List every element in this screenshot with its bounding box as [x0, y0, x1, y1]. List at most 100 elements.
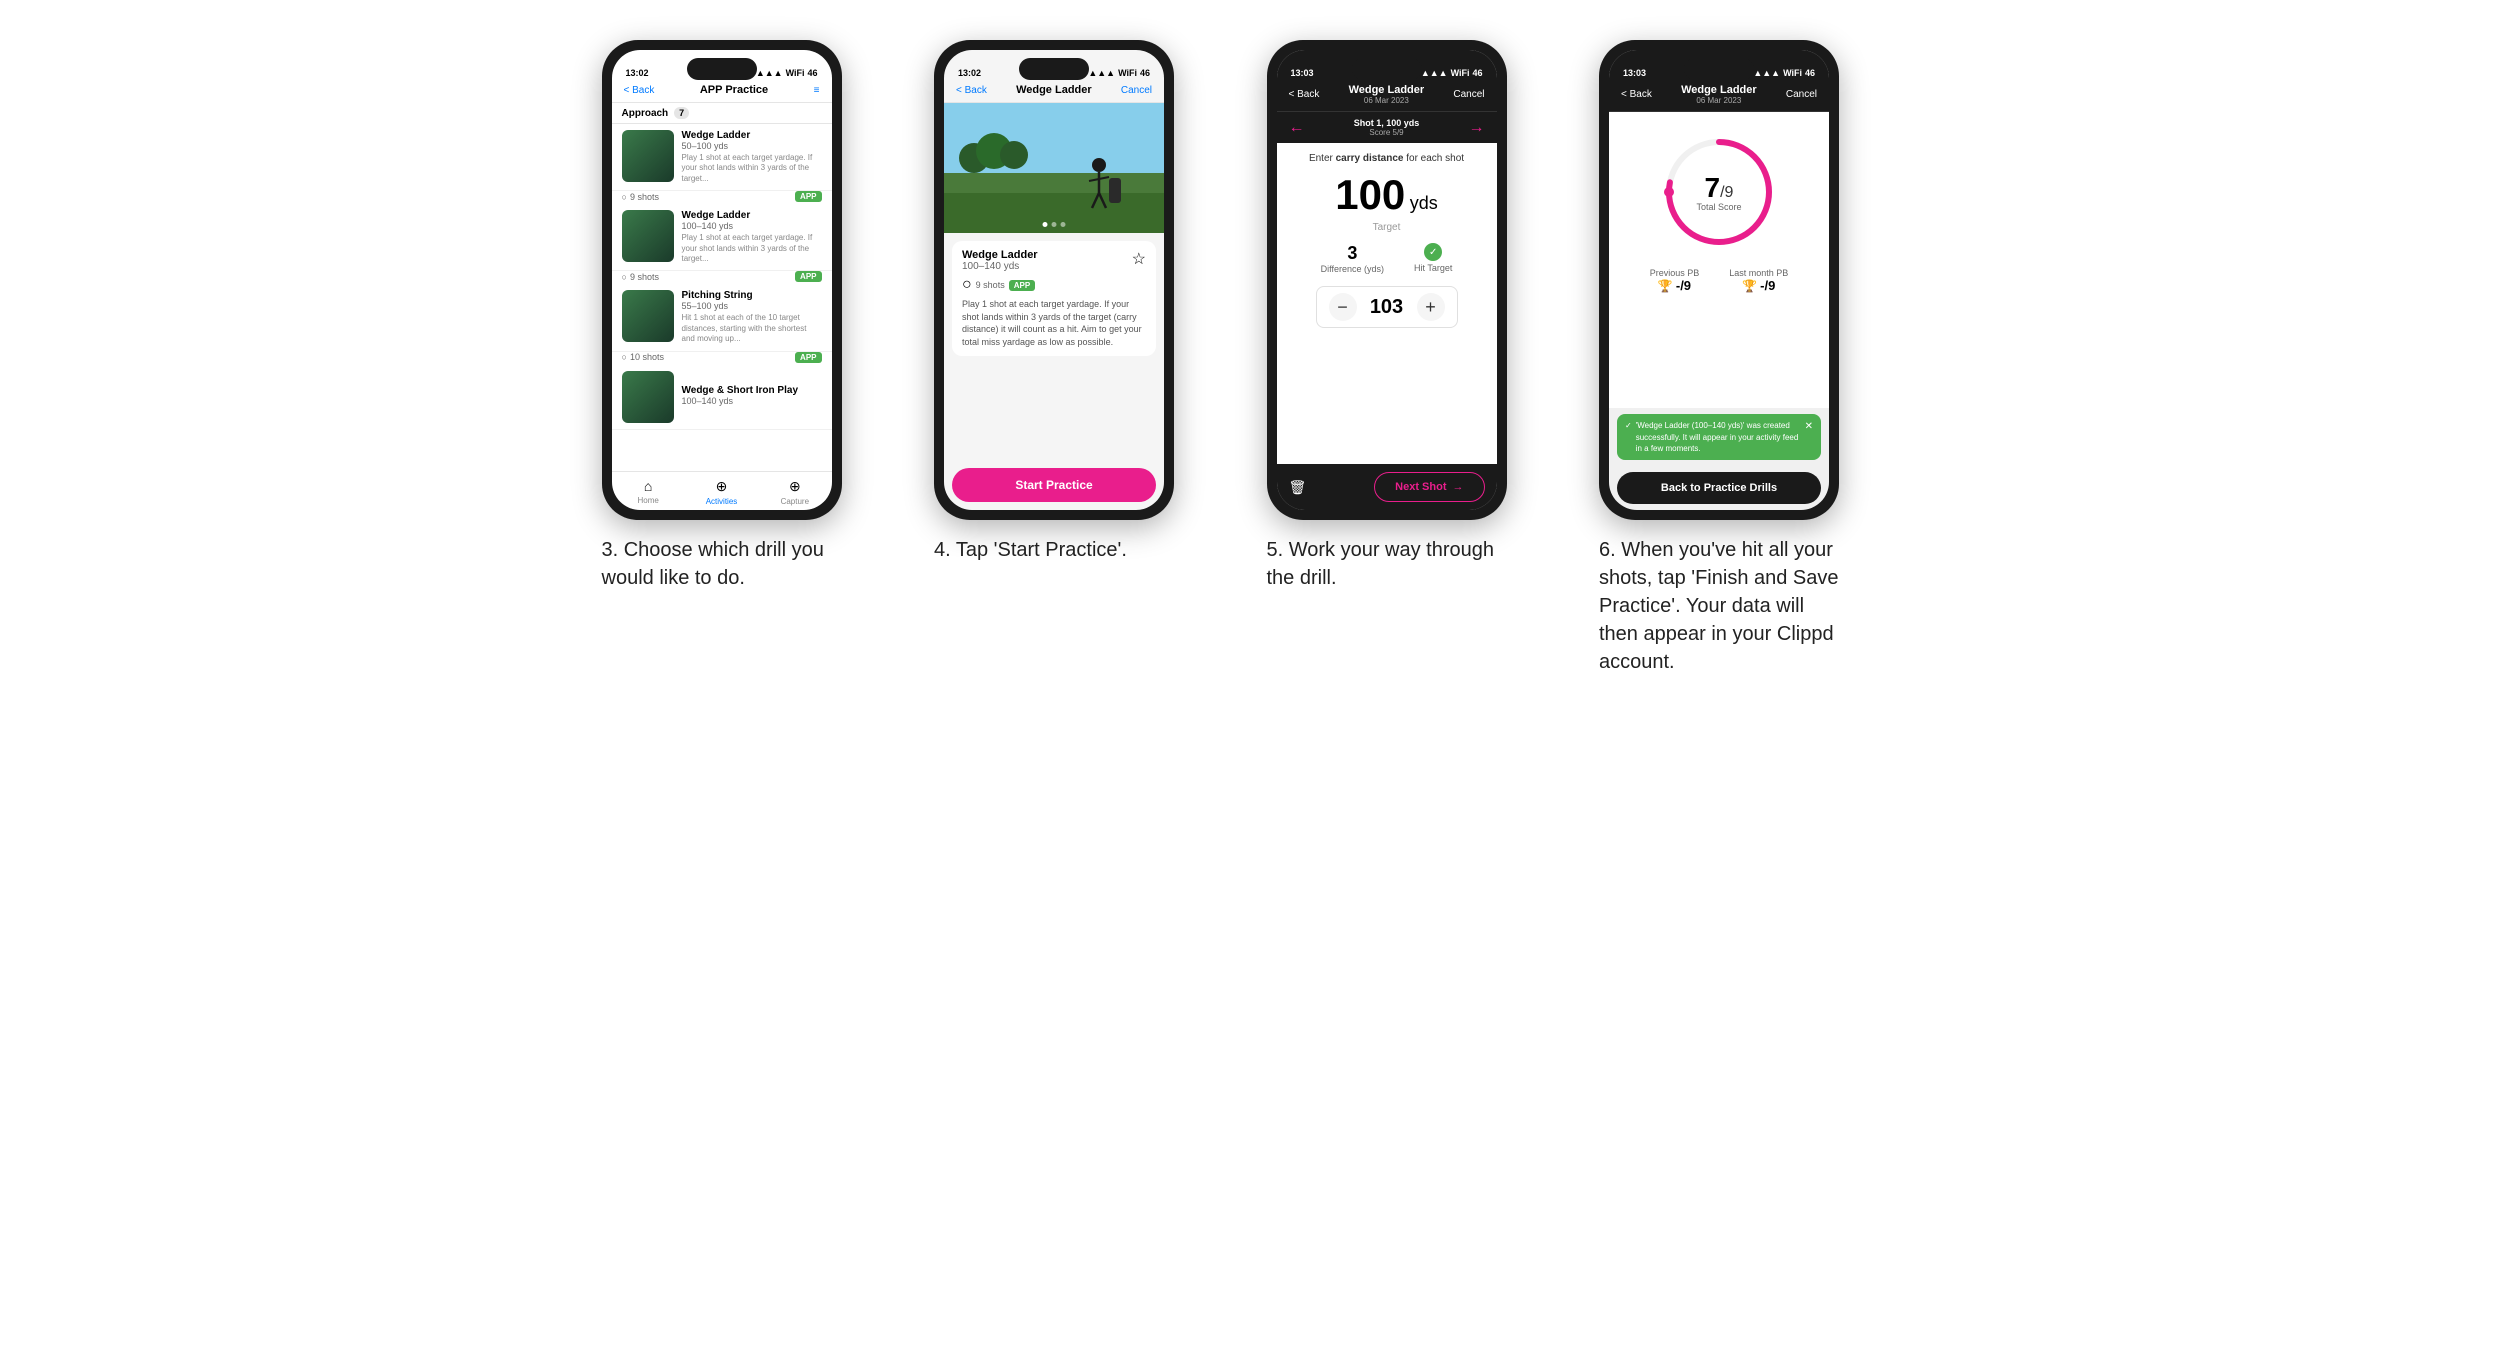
shots-info-1: ○ 9 shots [622, 192, 659, 202]
drill-desc-2: Play 1 shot at each target yardage. If y… [682, 233, 822, 264]
caption-2: 4. Tap 'Start Practice'. [934, 536, 1127, 564]
wifi-icon-4: WiFi [1783, 68, 1802, 78]
phone-1: 13:02 ▲▲▲ WiFi 46 < Back APP Practice ≡ … [602, 40, 842, 520]
drill-info-2: Wedge Ladder 100–140 yds Play 1 shot at … [682, 210, 822, 264]
drill-item-1[interactable]: Wedge Ladder 50–100 yds Play 1 shot at e… [612, 124, 832, 191]
drill-name-3: Pitching String [682, 290, 822, 301]
battery-4: 46 [1805, 68, 1815, 78]
drill-thumb-1 [622, 130, 674, 182]
nav-subtitle-4: 06 Mar 2023 [1681, 96, 1757, 105]
start-practice-btn[interactable]: Start Practice [952, 468, 1156, 502]
drill-item-3[interactable]: Pitching String 55–100 yds Hit 1 shot at… [612, 284, 832, 351]
nav-title-3: Wedge Ladder [1349, 84, 1425, 96]
hero-dot-3 [1061, 222, 1066, 227]
home-icon: ⌂ [644, 478, 652, 494]
time-1: 13:02 [626, 68, 649, 78]
phone-section-1: 13:02 ▲▲▲ WiFi 46 < Back APP Practice ≡ … [602, 40, 905, 592]
clock-icon-1: ○ [622, 192, 627, 202]
next-shot-label: Next Shot [1395, 481, 1446, 493]
drill-yds-4: 100–140 yds [682, 396, 822, 406]
caption-1: 3. Choose which drill you would like to … [602, 536, 842, 592]
nav-menu-1[interactable]: ≡ [814, 85, 820, 96]
pb-val-prev: 🏆 -/9 [1650, 278, 1700, 293]
drill-desc-1: Play 1 shot at each target yardage. If y… [682, 153, 822, 184]
shots-count-1: 9 shots [630, 192, 659, 202]
drill-card-2: Wedge Ladder 100–140 yds ☆ ○ 9 shots APP… [952, 241, 1156, 356]
nav-bar-1: < Back APP Practice ≡ [612, 80, 832, 103]
increment-btn-3[interactable]: + [1417, 293, 1445, 321]
hero-dot-2 [1052, 222, 1057, 227]
shot-score-3: Score 5/9 [1354, 128, 1420, 137]
nav-center-3: Wedge Ladder 06 Mar 2023 [1349, 84, 1425, 105]
back-btn-1[interactable]: < Back [624, 85, 655, 96]
hit-target-icon: ✓ [1424, 243, 1442, 261]
tab-capture-1[interactable]: ⊕ Capture [758, 478, 831, 506]
wifi-icon-1: WiFi [786, 68, 805, 78]
page-container: 13:02 ▲▲▲ WiFi 46 < Back APP Practice ≡ … [602, 40, 1902, 676]
carry-instruction-3: Enter carry distance for each shot [1309, 153, 1464, 164]
nav-cancel-2[interactable]: Cancel [1121, 85, 1152, 96]
tab-home-1[interactable]: ⌂ Home [612, 478, 685, 506]
hero-dots-2 [1043, 222, 1066, 227]
hit-target-stat: ✓ Hit Target [1414, 243, 1452, 274]
drill-yds-2: 100–140 yds [682, 221, 822, 231]
status-icons-1: ▲▲▲ WiFi 46 [756, 68, 818, 78]
hit-target-label: Hit Target [1414, 263, 1452, 273]
target-unit-3: yds [1410, 193, 1438, 213]
drill-item-4[interactable]: Wedge & Short Iron Play 100–140 yds [612, 365, 832, 430]
delete-icon-3[interactable]: 🗑 [1289, 479, 1307, 496]
back-btn-4[interactable]: < Back [1621, 89, 1652, 100]
drill-item-2[interactable]: Wedge Ladder 100–140 yds Play 1 shot at … [612, 204, 832, 271]
pb-item-prev: Previous PB 🏆 -/9 [1650, 268, 1700, 293]
section-badge-1: 7 [674, 107, 689, 119]
pb-score-prev: -/9 [1676, 278, 1691, 293]
drill-thumb-img-3 [622, 290, 674, 342]
time-4: 13:03 [1623, 68, 1646, 78]
shots-count-3: 10 shots [630, 352, 664, 362]
success-toast-4: ✓ 'Wedge Ladder (100–140 yds)' was creat… [1617, 414, 1821, 460]
next-shot-btn-3[interactable]: Next Shot → [1374, 472, 1484, 502]
app-badge-2b: APP [1009, 280, 1035, 291]
next-arrow-3[interactable]: → [1469, 119, 1485, 137]
drill-info-4: Wedge & Short Iron Play 100–140 yds [682, 371, 822, 423]
tab-activities-1[interactable]: ⊕ Activities [685, 478, 758, 506]
drill-name-2: Wedge Ladder [682, 210, 822, 221]
shots-count-2b: 9 shots [976, 280, 1005, 290]
prev-arrow-3[interactable]: ← [1289, 119, 1305, 137]
shot-stats-3: 3 Difference (yds) ✓ Hit Target [1321, 243, 1453, 274]
shot-nav-3: ← Shot 1, 100 yds Score 5/9 → [1277, 112, 1497, 143]
status-icons-4: ▲▲▲ WiFi 46 [1753, 68, 1815, 78]
input-value-3[interactable]: 103 [1367, 296, 1407, 319]
drill-footer-1: ○ 9 shots APP [612, 189, 832, 204]
nav-cancel-4[interactable]: Cancel [1786, 89, 1817, 100]
nav-bar-4: < Back Wedge Ladder 06 Mar 2023 Cancel [1609, 80, 1829, 112]
back-btn-2[interactable]: < Back [956, 85, 987, 96]
tab-bar-1: ⌂ Home ⊕ Activities ⊕ Capture [612, 471, 832, 510]
drill-list-1: Wedge Ladder 50–100 yds Play 1 shot at e… [612, 124, 832, 471]
dynamic-island-2 [1019, 58, 1089, 80]
dynamic-island-4 [1684, 58, 1754, 80]
toast-close-4[interactable]: ✕ [1805, 420, 1813, 434]
number-input-row-3: − 103 + [1316, 286, 1458, 328]
score-ring-4: 7 /9 Total Score [1659, 132, 1779, 252]
activities-icon: ⊕ [716, 478, 728, 495]
bookmark-icon-2[interactable]: ☆ [1132, 249, 1146, 269]
drill-info-3: Pitching String 55–100 yds Hit 1 shot at… [682, 290, 822, 344]
score-num-4: 7 [1705, 172, 1721, 204]
target-distance-3: 100 [1335, 171, 1405, 218]
nav-cancel-3[interactable]: Cancel [1453, 89, 1484, 100]
drill-yds-1: 50–100 yds [682, 141, 822, 151]
back-btn-3[interactable]: < Back [1289, 89, 1320, 100]
decrement-btn-3[interactable]: − [1329, 293, 1357, 321]
shot-actions-3: 🗑 Next Shot → [1277, 464, 1497, 510]
target-label-3: Target [1373, 222, 1401, 233]
pb-label-prev: Previous PB [1650, 268, 1700, 278]
drill-info-1: Wedge Ladder 50–100 yds Play 1 shot at e… [682, 130, 822, 184]
back-to-drills-btn[interactable]: Back to Practice Drills [1617, 472, 1821, 504]
capture-icon: ⊕ [789, 478, 801, 495]
battery-1: 46 [807, 68, 817, 78]
app-badge-3: APP [795, 352, 821, 363]
check-icon-toast: ✓ [1625, 420, 1632, 431]
trophy-icon-month: 🏆 [1742, 279, 1757, 293]
drill-card-yds-2: 100–140 yds [962, 261, 1038, 272]
